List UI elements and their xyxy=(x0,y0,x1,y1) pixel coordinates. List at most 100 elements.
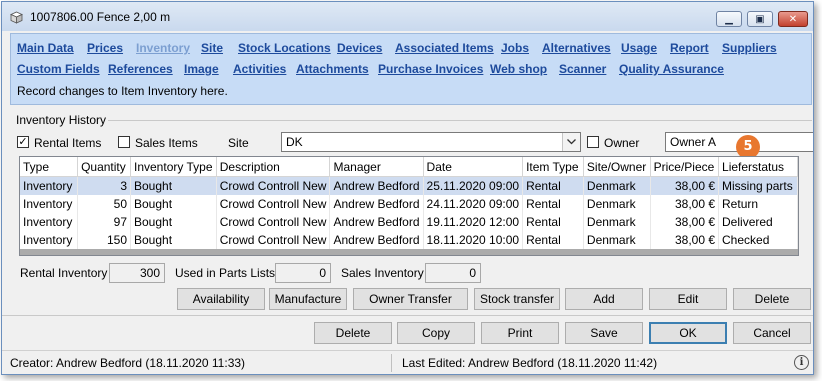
title-bar[interactable]: 1007806.00 Fence 2,00 m ▁ ▣ ✕ xyxy=(2,2,813,31)
maximize-icon: ▣ xyxy=(755,13,765,25)
grid-delete-button[interactable]: Delete xyxy=(733,288,811,310)
owner-checkbox[interactable] xyxy=(587,136,599,148)
nav-link-scanner[interactable]: Scanner xyxy=(559,62,606,76)
used-in-parts-value: 0 xyxy=(275,263,331,283)
cell-description: Crowd Controll New xyxy=(216,213,331,231)
section-title: Inventory History xyxy=(16,113,107,127)
column-header-manager[interactable]: Manager xyxy=(329,157,424,177)
column-header-lieferstatus[interactable]: Lieferstatus xyxy=(718,157,798,177)
column-header-type[interactable]: Type xyxy=(20,157,79,177)
cell-lieferstatus: Checked xyxy=(718,231,798,249)
nav-link-web-shop[interactable]: Web shop xyxy=(490,62,547,76)
nav-link-site[interactable]: Site xyxy=(201,41,223,55)
nav-link-activities[interactable]: Activities xyxy=(233,62,286,76)
nav-link-custom-fields[interactable]: Custom Fields xyxy=(17,62,100,76)
nav-link-prices[interactable]: Prices xyxy=(87,41,123,55)
creator-info: Creator: Andrew Bedford (18.11.2020 11:3… xyxy=(10,356,246,370)
nav-link-purchase-invoices[interactable]: Purchase Invoices xyxy=(378,62,483,76)
availability-button[interactable]: Availability xyxy=(177,288,265,310)
section-divider xyxy=(108,120,812,121)
cell-manager: Andrew Bedford xyxy=(329,195,424,213)
column-header-description[interactable]: Description xyxy=(216,157,331,177)
nav-link-inventory[interactable]: Inventory xyxy=(136,41,190,55)
rental-items-label: Rental Items xyxy=(34,136,102,150)
edit-button[interactable]: Edit xyxy=(649,288,727,310)
nav-link-quality-assurance[interactable]: Quality Assurance xyxy=(619,62,724,76)
nav-link-associated-items[interactable]: Associated Items xyxy=(395,41,494,55)
nav-link-jobs[interactable]: Jobs xyxy=(501,41,529,55)
save-button[interactable]: Save xyxy=(565,322,643,344)
table-row[interactable]: Inventory 97 Bought Crowd Controll New A… xyxy=(20,213,798,231)
footer-divider xyxy=(2,315,813,316)
table-row[interactable]: Inventory 3 Bought Crowd Controll New An… xyxy=(20,176,798,195)
owner-transfer-button[interactable]: Owner Transfer xyxy=(353,288,468,310)
column-header-date[interactable]: Date xyxy=(423,157,524,177)
cell-inventory-type: Bought xyxy=(130,231,217,249)
nav-link-image[interactable]: Image xyxy=(184,62,219,76)
cell-quantity: 3 xyxy=(77,176,131,195)
chevron-down-icon[interactable] xyxy=(562,133,580,151)
item-window: 1007806.00 Fence 2,00 m ▁ ▣ ✕ Main Data … xyxy=(1,1,814,375)
cell-inventory-type: Bought xyxy=(130,195,217,213)
nav-link-report[interactable]: Report xyxy=(670,41,709,55)
nav-link-stock-locations[interactable]: Stock Locations xyxy=(238,41,331,55)
column-header-quantity[interactable]: Quantity xyxy=(77,157,131,177)
cell-price: 38,00 € xyxy=(650,176,720,195)
site-select-value: DK xyxy=(286,135,303,149)
cell-date: 24.11.2020 09:00 xyxy=(423,195,524,213)
nav-link-devices[interactable]: Devices xyxy=(337,41,382,55)
last-edited-info: Last Edited: Andrew Bedford (18.11.2020 … xyxy=(402,356,658,370)
cancel-button[interactable]: Cancel xyxy=(733,322,811,344)
nav-panel: Main Data Prices Inventory Site Stock Lo… xyxy=(10,33,812,105)
owner-field-value: Owner A xyxy=(670,135,717,149)
cell-site-owner: Denmark xyxy=(583,231,651,249)
ok-button[interactable]: OK xyxy=(649,322,727,344)
column-header-item-type[interactable]: Item Type xyxy=(522,157,584,177)
table-row[interactable]: Inventory 50 Bought Crowd Controll New A… xyxy=(20,195,798,213)
minimize-button[interactable]: ▁ xyxy=(716,11,742,27)
delete-button[interactable]: Delete xyxy=(314,322,392,344)
cell-manager: Andrew Bedford xyxy=(329,231,424,249)
column-header-price-piece[interactable]: Price/Piece xyxy=(650,157,720,177)
cell-inventory-type: Bought xyxy=(130,176,217,195)
column-header-site-owner[interactable]: Site/Owner xyxy=(583,157,651,177)
manufacture-button[interactable]: Manufacture xyxy=(269,288,347,310)
cell-date: 19.11.2020 12:00 xyxy=(423,213,524,231)
add-button[interactable]: Add xyxy=(565,288,643,310)
cell-type: Inventory xyxy=(20,195,79,213)
cell-price: 38,00 € xyxy=(650,213,720,231)
sales-inventory-value: 0 xyxy=(425,263,481,283)
rental-inventory-label: Rental Inventory xyxy=(20,266,108,280)
cell-lieferstatus: Missing parts xyxy=(718,176,798,195)
nav-link-alternatives[interactable]: Alternatives xyxy=(542,41,611,55)
cell-date: 25.11.2020 09:00 xyxy=(423,176,524,195)
site-select[interactable]: DK xyxy=(281,132,581,152)
column-header-inventory-type[interactable]: Inventory Type xyxy=(130,157,217,177)
cell-quantity: 150 xyxy=(77,231,131,249)
nav-link-main-data[interactable]: Main Data xyxy=(17,41,74,55)
inventory-grid: Type Quantity Inventory Type Description… xyxy=(19,156,799,256)
cell-date: 18.11.2020 10:00 xyxy=(423,231,524,249)
nav-hint: Record changes to Item Inventory here. xyxy=(17,84,228,98)
cell-lieferstatus: Delivered xyxy=(718,213,798,231)
sales-items-checkbox[interactable] xyxy=(118,136,130,148)
rental-items-checkbox[interactable]: ✓ xyxy=(17,136,29,148)
stock-transfer-button[interactable]: Stock transfer xyxy=(474,288,560,310)
nav-link-usage[interactable]: Usage xyxy=(621,41,657,55)
cell-quantity: 97 xyxy=(77,213,131,231)
close-button[interactable]: ✕ xyxy=(778,11,808,27)
info-icon[interactable]: i xyxy=(794,355,809,370)
cell-price: 38,00 € xyxy=(650,195,720,213)
nav-link-attachments[interactable]: Attachments xyxy=(296,62,369,76)
copy-button[interactable]: Copy xyxy=(397,322,475,344)
table-row[interactable]: Inventory 150 Bought Crowd Controll New … xyxy=(20,231,798,249)
sales-items-label: Sales Items xyxy=(135,136,198,150)
print-button[interactable]: Print xyxy=(481,322,559,344)
nav-link-references[interactable]: References xyxy=(108,62,173,76)
maximize-button[interactable]: ▣ xyxy=(747,11,773,27)
nav-link-suppliers[interactable]: Suppliers xyxy=(722,41,777,55)
cell-item-type: Rental xyxy=(522,195,584,213)
cell-type: Inventory xyxy=(20,176,79,195)
owner-label: Owner xyxy=(604,136,640,150)
cell-item-type: Rental xyxy=(522,213,584,231)
